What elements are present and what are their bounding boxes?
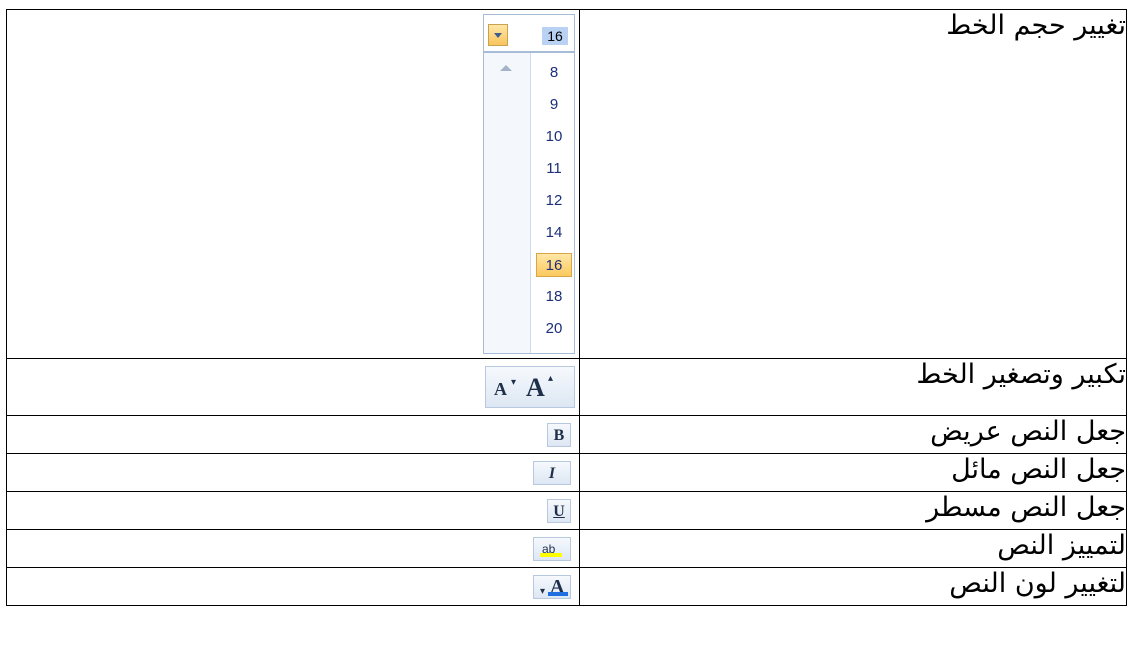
- label-cell: جعل النص مائل: [579, 453, 1127, 492]
- dropdown-arrow-icon[interactable]: ▾: [540, 586, 545, 597]
- table-row: I جعل النص مائل: [6, 453, 1127, 492]
- row-label: تكبير وتصغير الخط: [916, 359, 1126, 390]
- italic-button[interactable]: I: [533, 460, 571, 485]
- font-size-field[interactable]: 16: [483, 14, 575, 52]
- label-cell: لتغيير لون النص: [579, 567, 1127, 606]
- font-size-option-selected[interactable]: 16: [536, 253, 572, 277]
- icon-cell: ab: [6, 529, 580, 568]
- font-size-option[interactable]: 9: [536, 93, 572, 117]
- font-size-option[interactable]: 10: [536, 125, 572, 149]
- shrink-font-icon[interactable]: A: [494, 379, 507, 400]
- table-row: B جعل النص عريض: [6, 415, 1127, 454]
- row-label: تغيير حجم الخط: [946, 10, 1126, 41]
- table-row: 16 8 9 10 11 12 14 16 18 20 تغيير حجم ال…: [6, 9, 1127, 359]
- scroll-up-icon[interactable]: [500, 65, 512, 71]
- grow-shrink-font-buttons[interactable]: A ▾ A ▴: [485, 366, 575, 408]
- table-row: U جعل النص مسطر: [6, 491, 1127, 530]
- table-row: A ▾ A ▴ تكبير وتصغير الخط: [6, 358, 1127, 416]
- label-cell: جعل النص عريض: [579, 415, 1127, 454]
- icon-cell: B: [6, 415, 580, 454]
- grow-arrow-icon: ▴: [548, 373, 554, 384]
- font-size-value[interactable]: 16: [542, 27, 568, 45]
- row-label: جعل النص مائل: [951, 454, 1126, 485]
- table-row: ab لتمييز النص: [6, 529, 1127, 568]
- icon-cell: U: [6, 491, 580, 530]
- features-table: 16 8 9 10 11 12 14 16 18 20 تغيير حجم ال…: [6, 9, 1127, 606]
- dropdown-arrow-icon[interactable]: [488, 24, 508, 46]
- font-size-option[interactable]: 18: [536, 285, 572, 309]
- font-size-option[interactable]: 20: [536, 317, 572, 341]
- row-label: جعل النص مسطر: [926, 492, 1126, 523]
- icon-cell: A ▾ A ▴: [6, 358, 580, 416]
- scrollbar[interactable]: [484, 53, 531, 353]
- underline-button[interactable]: U: [547, 498, 571, 523]
- highlight-button[interactable]: ab: [533, 536, 571, 561]
- shrink-arrow-icon: ▾: [511, 377, 517, 388]
- font-size-control: 16 8 9 10 11 12 14 16 18 20: [483, 14, 575, 354]
- label-cell: جعل النص مسطر: [579, 491, 1127, 530]
- row-label: جعل النص عريض: [930, 416, 1126, 447]
- icon-cell: I: [6, 453, 580, 492]
- font-size-list: 8 9 10 11 12 14 16 18 20: [483, 52, 575, 354]
- row-label: لتغيير لون النص: [949, 568, 1126, 599]
- font-size-option[interactable]: 14: [536, 221, 572, 245]
- icon-cell: 16 8 9 10 11 12 14 16 18 20: [6, 9, 580, 359]
- table-row: ▾ A لتغيير لون النص: [6, 567, 1127, 606]
- font-size-option[interactable]: 11: [536, 157, 572, 181]
- font-size-option[interactable]: 8: [536, 61, 572, 85]
- font-size-option[interactable]: 12: [536, 189, 572, 213]
- font-color-button[interactable]: ▾ A: [533, 574, 571, 599]
- font-color-bar: [548, 591, 568, 596]
- label-cell: تغيير حجم الخط: [579, 9, 1127, 359]
- label-cell: تكبير وتصغير الخط: [579, 358, 1127, 416]
- bold-button[interactable]: B: [547, 422, 571, 447]
- highlight-color-bar: [540, 552, 562, 557]
- label-cell: لتمييز النص: [579, 529, 1127, 568]
- grow-font-icon[interactable]: A: [526, 373, 545, 403]
- row-label: لتمييز النص: [997, 530, 1126, 561]
- icon-cell: ▾ A: [6, 567, 580, 606]
